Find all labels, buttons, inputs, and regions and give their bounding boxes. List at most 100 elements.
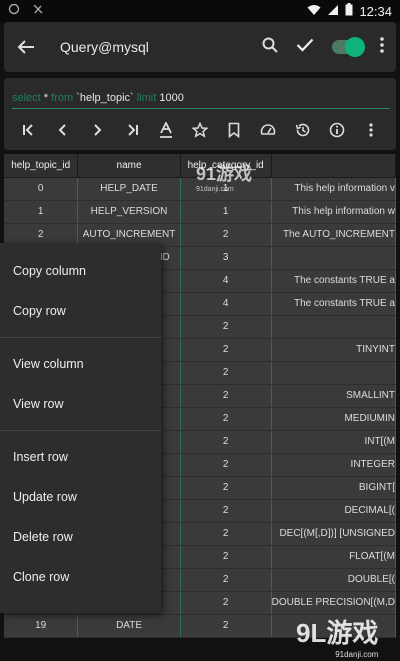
query-limit-value: 1000: [156, 92, 184, 104]
first-page-icon: [23, 124, 33, 136]
table-cell[interactable]: 2: [180, 407, 272, 431]
page-title: Query@mysql: [60, 39, 149, 55]
table-cell[interactable]: SMALLINT: [271, 384, 396, 408]
table-cell[interactable]: 2: [180, 315, 272, 339]
info-button[interactable]: [326, 119, 348, 141]
table-cell[interactable]: 2: [180, 223, 272, 247]
table-cell[interactable]: DOUBLE[(: [271, 568, 396, 592]
table-cell[interactable]: INT[(M: [271, 430, 396, 454]
table-cell[interactable]: 1: [4, 200, 79, 224]
check-icon: [296, 38, 314, 52]
table-cell[interactable]: 4: [180, 292, 272, 316]
performance-button[interactable]: [257, 119, 279, 141]
table-cell[interactable]: 2: [180, 430, 272, 454]
bookmark-button[interactable]: [223, 119, 245, 141]
next-page-button[interactable]: [86, 119, 108, 141]
table-cell[interactable]: 2: [180, 476, 272, 500]
wifi-icon: [307, 4, 321, 19]
table-cell[interactable]: 2: [180, 591, 272, 615]
chevron-left-icon: [58, 124, 66, 136]
table-cell[interactable]: 2: [180, 545, 272, 569]
menu-item-view-row[interactable]: View row: [0, 384, 161, 424]
search-button[interactable]: [262, 37, 278, 58]
watermark-logo: 9L游戏 91danji.com: [296, 613, 378, 659]
search-icon: [262, 37, 278, 53]
query-keyword-select: select: [12, 92, 41, 104]
table-cell[interactable]: DECIMAL[(: [271, 499, 396, 523]
watermark-subtext: 91danji.com: [196, 186, 234, 193]
query-toolbar: [12, 116, 388, 144]
table-cell[interactable]: 0: [4, 177, 79, 201]
table-cell[interactable]: 19: [4, 614, 79, 638]
menu-item-view-column[interactable]: View column: [0, 344, 161, 384]
table-cell[interactable]: HELP_VERSION: [77, 200, 181, 224]
menu-item-clone-row[interactable]: Clone row: [0, 557, 161, 597]
history-icon: [295, 123, 309, 137]
status-time: 12:34: [359, 3, 392, 19]
last-page-button[interactable]: [121, 119, 143, 141]
status-bar: 12:34: [0, 0, 400, 22]
battery-icon: [345, 3, 353, 19]
no-signal-icon: [32, 2, 44, 20]
table-cell[interactable]: FLOAT[(M: [271, 545, 396, 569]
table-cell[interactable]: 2: [180, 338, 272, 362]
column-header[interactable]: help_topic_id: [4, 154, 79, 178]
info-icon: [329, 122, 344, 138]
table-cell[interactable]: The constants TRUE a: [271, 269, 396, 293]
query-keyword-limit: limit: [136, 92, 157, 104]
overflow-menu-button[interactable]: [380, 36, 384, 58]
table-cell[interactable]: 3: [180, 246, 272, 270]
favorite-button[interactable]: [189, 119, 211, 141]
table-cell[interactable]: The AUTO_INCREMENT: [271, 223, 396, 247]
column-header[interactable]: [271, 154, 396, 178]
table-cell[interactable]: 2: [180, 568, 272, 592]
table-cell[interactable]: 4: [180, 269, 272, 293]
table-cell[interactable]: 1: [180, 200, 272, 224]
table-cell[interactable]: 2: [180, 453, 272, 477]
table-cell[interactable]: [271, 246, 396, 270]
table-cell[interactable]: HELP_DATE: [77, 177, 181, 201]
table-cell[interactable]: This help information w: [271, 200, 396, 224]
table-cell[interactable]: DOUBLE PRECISION[(M,D: [271, 591, 396, 615]
menu-item-copy-row[interactable]: Copy row: [0, 291, 161, 331]
signal-icon: [327, 4, 339, 19]
query-panel: select * from `help_topic` limit 1000: [4, 78, 396, 150]
table-cell[interactable]: The constants TRUE a: [271, 292, 396, 316]
menu-item-insert-row[interactable]: Insert row: [0, 437, 161, 477]
table-cell[interactable]: TINYINT: [271, 338, 396, 362]
format-text-button[interactable]: [155, 119, 177, 141]
table-cell[interactable]: 2: [180, 384, 272, 408]
column-header[interactable]: name: [77, 154, 181, 178]
menu-item-copy-column[interactable]: Copy column: [0, 251, 161, 291]
last-page-icon: [127, 124, 138, 136]
table-cell[interactable]: BIGINT[: [271, 476, 396, 500]
menu-item-update-row[interactable]: Update row: [0, 477, 161, 517]
confirm-button[interactable]: [296, 38, 314, 57]
app-bar: Query@mysql: [4, 22, 396, 72]
table-row[interactable]: 1 HELP_VERSION 1 This help information w: [4, 200, 396, 224]
watermark-text: 9L游戏: [296, 618, 379, 648]
table-cell[interactable]: 2: [180, 614, 272, 638]
previous-page-button[interactable]: [52, 119, 74, 141]
back-button[interactable]: [4, 22, 48, 72]
table-cell[interactable]: DATE: [77, 614, 181, 638]
notification-icon: [8, 2, 20, 20]
history-button[interactable]: [292, 119, 314, 141]
table-cell[interactable]: 2: [180, 499, 272, 523]
toggle-switch[interactable]: [332, 37, 365, 57]
arrow-left-icon: [17, 40, 34, 54]
table-cell[interactable]: INTEGER: [271, 453, 396, 477]
table-cell[interactable]: [271, 361, 396, 385]
menu-divider: [0, 430, 161, 431]
query-more-button[interactable]: [360, 119, 382, 141]
watermark-logo: 91游戏 91danji.com: [196, 160, 252, 193]
first-page-button[interactable]: [18, 119, 40, 141]
table-cell[interactable]: This help information v: [271, 177, 396, 201]
table-cell[interactable]: [271, 315, 396, 339]
menu-item-delete-row[interactable]: Delete row: [0, 517, 161, 557]
table-cell[interactable]: DEC[(M[,D])] [UNSIGNED: [271, 522, 396, 546]
table-cell[interactable]: MEDIUMIN: [271, 407, 396, 431]
query-editor[interactable]: select * from `help_topic` limit 1000: [12, 92, 390, 109]
table-cell[interactable]: 2: [180, 522, 272, 546]
table-cell[interactable]: 2: [180, 361, 272, 385]
